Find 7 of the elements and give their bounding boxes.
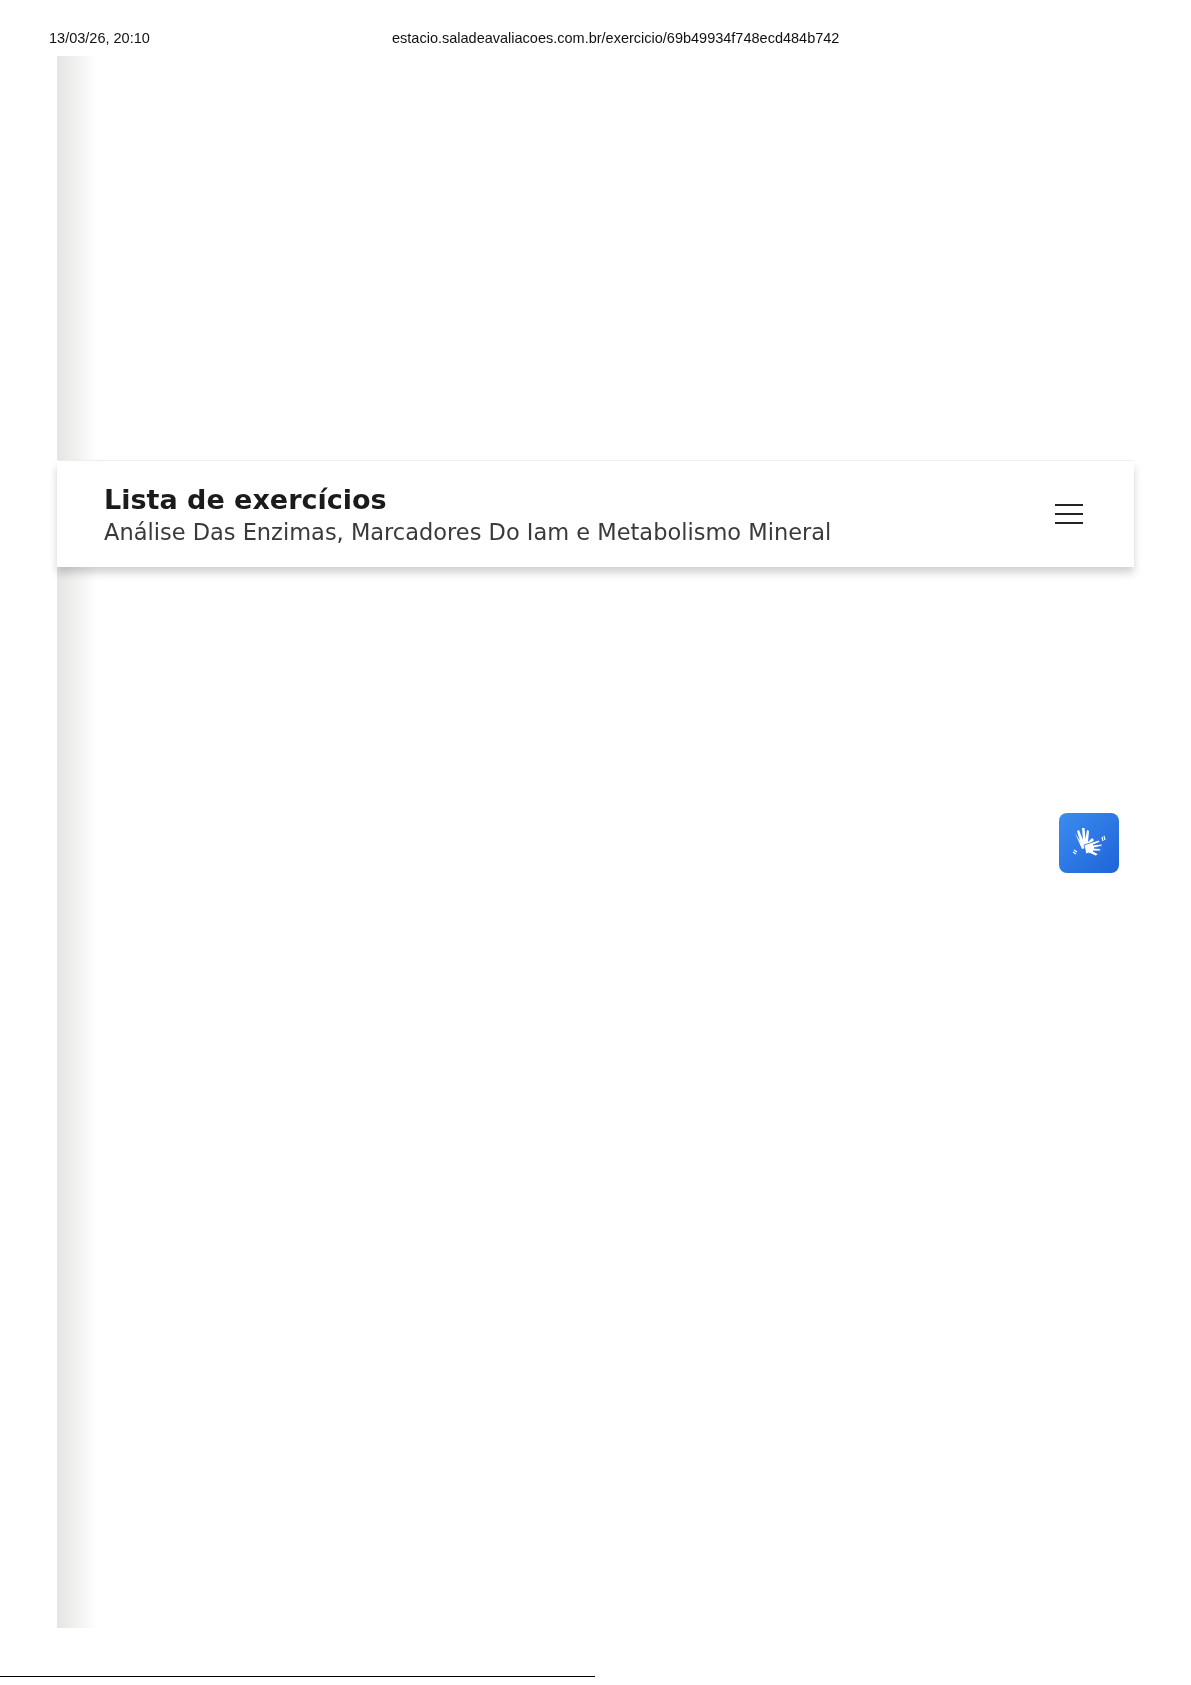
page-url: estacio.saladeavaliacoes.com.br/exercicio/69b49934f748ecd484b742 bbox=[392, 30, 840, 46]
menu-button[interactable] bbox=[1054, 503, 1084, 525]
page-title: Lista de exercícios bbox=[104, 483, 388, 515]
menu-icon bbox=[1054, 503, 1084, 525]
sign-language-button[interactable] bbox=[1059, 813, 1119, 873]
print-date: 13/03/26, 20:10 bbox=[49, 30, 151, 46]
page-subtitle: Análise Das Enzimas, Marcadores Do Iam e Metabolismo Mineral bbox=[104, 518, 832, 545]
